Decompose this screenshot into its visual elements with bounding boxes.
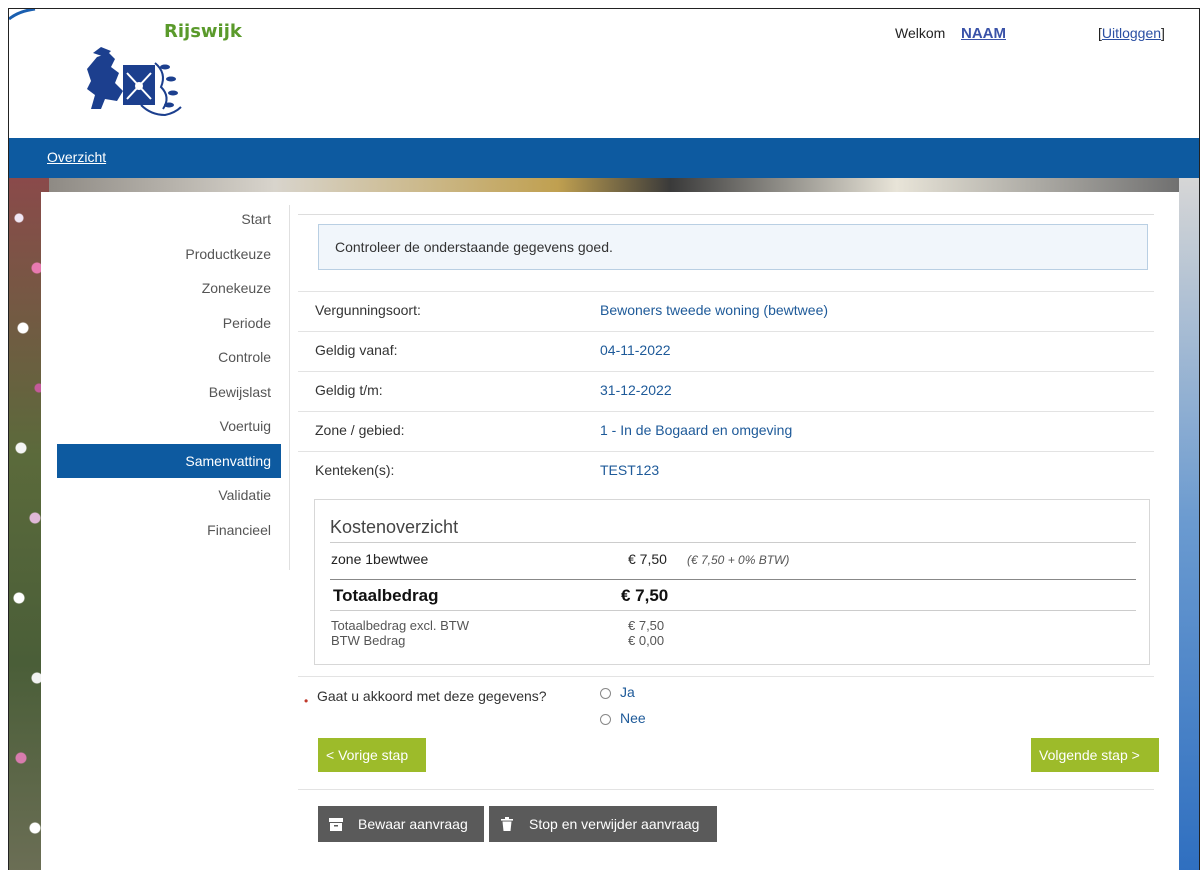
detail-label: Vergunningsoort: (315, 302, 421, 318)
cost-item-name: zone 1bewtwee (331, 551, 429, 567)
rijswijk-logo-icon (87, 47, 182, 117)
radio-label-ja[interactable]: Ja (620, 684, 635, 700)
excl-btw-amount: € 7,50 (628, 618, 665, 633)
radio-ja[interactable] (600, 688, 611, 699)
page-frame: Rijswijk Welkom NAAM [Uitloggen] Overzic… (8, 8, 1200, 870)
step-zonekeuze[interactable]: Zonekeuze (57, 271, 281, 306)
detail-row-license-plate: Kenteken(s): TEST123 (298, 451, 1154, 492)
detail-value: 1 - In de Bogaard en omgeving (600, 422, 793, 438)
cost-overview: Kostenoverzicht zone 1bewtwee € 7,50 (€ … (314, 499, 1150, 665)
step-start[interactable]: Start (57, 202, 281, 237)
detail-value: 31-12-2022 (600, 382, 672, 398)
step-controle[interactable]: Controle (57, 340, 281, 375)
excl-btw-label: Totaalbedrag excl. BTW (331, 618, 470, 633)
divider (330, 579, 1136, 580)
logout-wrapper: [Uitloggen] (1098, 25, 1165, 41)
detail-label: Geldig t/m: (315, 382, 383, 398)
detail-value: Bewoners tweede woning (bewtwee) (600, 302, 829, 318)
btw-amount: € 0,00 (628, 633, 665, 648)
divider (298, 676, 1154, 677)
save-request-label: Bewaar aanvraag (358, 816, 468, 832)
step-bewijslast[interactable]: Bewijslast (57, 375, 281, 410)
step-financieel[interactable]: Financieel (57, 513, 281, 548)
logout-close-bracket: ] (1161, 25, 1165, 41)
agreement-question: Gaat u akkoord met deze gegevens? (317, 688, 547, 704)
cost-overview-title: Kostenoverzicht (330, 517, 459, 537)
required-marker: • (304, 694, 309, 708)
save-request-button[interactable]: Bewaar aanvraag (318, 806, 484, 842)
detail-value: 04-11-2022 (600, 342, 671, 358)
background-edge-image (1177, 178, 1199, 870)
radio-nee[interactable] (600, 714, 611, 725)
cost-item-amount: € 7,50 (628, 551, 667, 567)
divider (330, 610, 1136, 611)
btw-label: BTW Bedrag (331, 633, 406, 648)
step-voertuig[interactable]: Voertuig (57, 409, 281, 444)
step-periode[interactable]: Periode (57, 306, 281, 341)
detail-row-valid-until: Geldig t/m: 31-12-2022 (298, 371, 1154, 412)
user-name-link[interactable]: NAAM (961, 25, 1006, 42)
detail-value: TEST123 (600, 462, 660, 478)
step-productkeuze[interactable]: Productkeuze (57, 237, 281, 272)
radio-label-nee[interactable]: Nee (620, 710, 646, 726)
info-message: Controleer de onderstaande gegevens goed… (318, 224, 1148, 270)
content-card: Start Productkeuze Zonekeuze Periode Con… (41, 192, 1179, 870)
detail-label: Zone / gebied: (315, 422, 405, 438)
detail-label: Geldig vanaf: (315, 342, 398, 358)
total-label: Totaalbedrag (333, 586, 439, 605)
cost-item-note: (€ 7,50 + 0% BTW) (687, 553, 790, 567)
detail-row-valid-from: Geldig vanaf: 04-11-2022 (298, 331, 1154, 372)
divider (298, 789, 1154, 790)
menu-divider (289, 205, 290, 570)
detail-label: Kenteken(s): (315, 462, 395, 478)
next-step-button[interactable]: Volgende stap > (1031, 738, 1159, 772)
step-validatie[interactable]: Validatie (57, 478, 281, 513)
detail-row-zone: Zone / gebied: 1 - In de Bogaard en omge… (298, 411, 1154, 452)
stop-and-delete-label: Stop en verwijder aanvraag (529, 816, 700, 832)
logout-link[interactable]: Uitloggen (1102, 25, 1161, 41)
nav-bar: Overzicht (9, 138, 1199, 178)
total-amount: € 7,50 (621, 586, 669, 605)
archive-box-icon (329, 818, 343, 831)
corner-swoosh-icon (9, 9, 36, 21)
step-menu: Start Productkeuze Zonekeuze Periode Con… (57, 202, 281, 547)
trash-icon (501, 817, 513, 831)
stop-and-delete-button[interactable]: Stop en verwijder aanvraag (489, 806, 717, 842)
previous-step-button[interactable]: < Vorige stap (318, 738, 426, 772)
detail-row-permit-type: Vergunningsoort: Bewoners tweede woning … (298, 291, 1154, 332)
overview-link[interactable]: Overzicht (47, 149, 106, 165)
step-samenvatting[interactable]: Samenvatting (57, 443, 281, 478)
brand-name: Rijswijk (164, 21, 242, 42)
divider (298, 214, 1154, 215)
divider (330, 542, 1136, 543)
welcome-label: Welkom (895, 25, 946, 41)
